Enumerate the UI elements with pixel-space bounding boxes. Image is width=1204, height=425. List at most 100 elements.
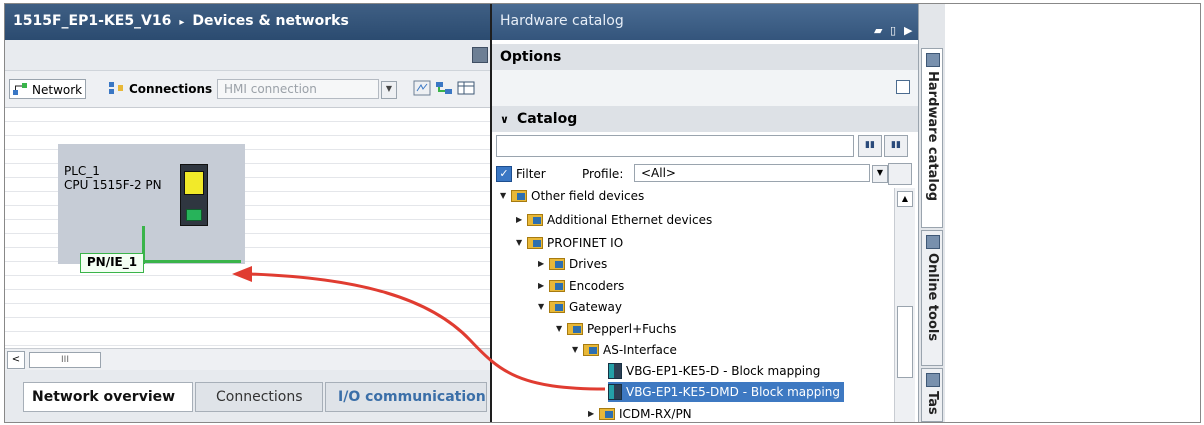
project-name: 1515F_EP1-KE5_V16 (13, 13, 172, 29)
network-icon (13, 83, 27, 95)
subnet-label[interactable]: PN/IE_1 (80, 253, 144, 273)
tree-node-vbg-ke5-d[interactable]: VBG-EP1-KE5-D - Block mapping (608, 361, 820, 381)
cpu-display (184, 171, 204, 195)
expanded-arrow-icon[interactable]: ▼ (500, 186, 510, 206)
side-tab-hardware-catalog[interactable]: Hardware catalog (921, 48, 943, 228)
folder-icon (511, 190, 527, 202)
folder-icon (599, 408, 615, 420)
scroll-up-icon[interactable]: ▲ (897, 191, 913, 207)
network-toolbar: Network Connections HMI connection ▼ (5, 71, 490, 108)
options-header[interactable]: Options (492, 44, 918, 70)
scroll-thumb[interactable]: III (29, 352, 101, 368)
filter-label: Filter (516, 167, 546, 181)
chevron-down-icon[interactable]: ▼ (381, 81, 397, 99)
network-canvas[interactable]: PLC_1 CPU 1515F-2 PN PN/IE_1 (5, 108, 490, 348)
folder-icon (549, 258, 565, 270)
tree-node-pepperl-fuchs[interactable]: ▼ Pepperl+Fuchs (556, 319, 676, 339)
tree-node-additional-ethernet[interactable]: ▶ Additional Ethernet devices (516, 210, 712, 230)
folder-icon (567, 323, 583, 335)
folder-icon (583, 344, 599, 356)
tree-node-label: Other field devices (531, 189, 645, 203)
side-tab-label: Tas (925, 391, 940, 415)
tree-node-encoders[interactable]: ▶ Encoders (538, 276, 624, 296)
catalog-tree: ▼ Other field devices ▶ Additional Etherne… (492, 186, 892, 422)
catalog-title: Hardware catalog (500, 13, 624, 29)
network-view-button[interactable]: Network (9, 79, 87, 99)
folder-icon (549, 280, 565, 292)
plc-cpu-icon[interactable] (180, 164, 208, 226)
expanded-arrow-icon[interactable]: ▼ (572, 340, 582, 360)
filter-checkbox[interactable]: ✓ (496, 166, 512, 182)
expanded-arrow-icon[interactable]: ▼ (516, 233, 526, 253)
network-label: Network (32, 83, 83, 97)
scroll-left-icon[interactable]: < (7, 351, 25, 369)
tree-node-drives[interactable]: ▶ Drives (538, 254, 607, 274)
pin-icon[interactable]: ▰ (874, 14, 882, 48)
catalog-vertical-scrollbar[interactable]: ▲ (894, 188, 915, 422)
folder-icon (549, 301, 565, 313)
scroll-thumb[interactable] (897, 306, 913, 378)
tree-node-label: VBG-EP1-KE5-D - Block mapping (626, 364, 821, 378)
collapsed-arrow-icon[interactable]: ▶ (538, 276, 548, 296)
expanded-arrow-icon[interactable]: ▼ (556, 319, 566, 339)
tree-node-vbg-ke5-dmd[interactable]: VBG-EP1-KE5-DMD - Block mapping (608, 382, 844, 402)
profile-manage-icon[interactable] (888, 163, 912, 185)
tree-node-other-field-devices[interactable]: ▼ Other field devices (500, 186, 644, 206)
tree-node-label: Drives (569, 257, 608, 271)
tree-node-as-interface[interactable]: ▼ AS-Interface (572, 340, 677, 360)
bottom-tabs: Network overview Connections I/O communi… (5, 370, 490, 422)
profile-select[interactable]: <All> (634, 164, 870, 182)
network-tools-icon[interactable] (435, 80, 453, 96)
catalog-header[interactable]: ∨ Catalog (492, 106, 918, 132)
maximize-icon[interactable]: ▯ (890, 14, 896, 48)
tab-io-communication[interactable]: I/O communication (325, 382, 487, 412)
tree-node-label: Additional Ethernet devices (547, 213, 713, 227)
side-tab-tasks[interactable]: Tas (921, 368, 943, 422)
tree-node-label: Pepperl+Fuchs (587, 322, 677, 336)
folder-icon (527, 214, 543, 226)
collapsed-arrow-icon[interactable]: ▶ (588, 404, 598, 422)
tree-node-label: PROFINET IO (547, 236, 624, 250)
catalog-title-bar: Hardware catalog ▰ ▯ ▶ (492, 4, 918, 40)
tree-node-label: VBG-EP1-KE5-DMD - Block mapping (626, 385, 840, 399)
plc-name: PLC_1 (64, 164, 100, 178)
device-icon (608, 384, 622, 400)
expanded-arrow-icon[interactable]: ▼ (538, 297, 548, 317)
catalog-icon (926, 53, 940, 67)
collapse-right-icon[interactable]: ▶ (904, 14, 912, 48)
table-icon[interactable] (457, 80, 475, 96)
tree-node-profinet-io[interactable]: ▼ PROFINET IO (516, 233, 623, 253)
tab-network-overview[interactable]: Network overview (23, 382, 193, 412)
search-down-icon[interactable]: ▮▮ (858, 135, 882, 157)
connections-label: Connections (129, 82, 213, 96)
side-tab-online-tools[interactable]: Online tools (921, 230, 943, 366)
chevron-down-icon[interactable]: ▼ (872, 165, 888, 183)
tree-node-icdm-rx-pn[interactable]: ▶ ICDM-RX/PN (588, 404, 692, 422)
options-body (492, 70, 918, 106)
profinet-port[interactable] (186, 209, 202, 221)
plc-device[interactable]: PLC_1 CPU 1515F-2 PN (58, 144, 245, 264)
connections-mode-button[interactable]: Connections (109, 79, 212, 99)
catalog-header-label: Catalog (516, 111, 578, 127)
tasks-icon (926, 373, 940, 387)
device-icon (608, 363, 622, 379)
collapsed-arrow-icon[interactable]: ▶ (538, 254, 548, 274)
profile-label: Profile: (582, 167, 624, 181)
options-toggle-icon[interactable] (896, 80, 910, 94)
tab-connections[interactable]: Connections (195, 382, 323, 412)
tia-portal-window: 1515F_EP1-KE5_V16 ▸ Devices & networks Net… (4, 3, 1201, 423)
subnet-line[interactable] (141, 260, 241, 263)
tree-node-gateway[interactable]: ▼ Gateway (538, 297, 622, 317)
task-card-tabs: Hardware catalog Online tools Tas (918, 4, 945, 422)
catalog-search-input[interactable] (496, 135, 854, 157)
breadcrumb-separator: ▸ (179, 17, 185, 28)
connection-type-select[interactable]: HMI connection (217, 79, 379, 99)
panel-title-bar: 1515F_EP1-KE5_V16 ▸ Devices & networks (5, 4, 490, 40)
search-up-icon[interactable]: ▮▮ (884, 135, 908, 157)
horizontal-scrollbar[interactable]: < III (5, 348, 490, 371)
ip-address-icon[interactable] (413, 80, 431, 96)
tree-node-label: Gateway (569, 300, 623, 314)
section-name: Devices & networks (192, 13, 349, 29)
split-view-icon[interactable] (472, 47, 488, 63)
collapsed-arrow-icon[interactable]: ▶ (516, 210, 526, 230)
